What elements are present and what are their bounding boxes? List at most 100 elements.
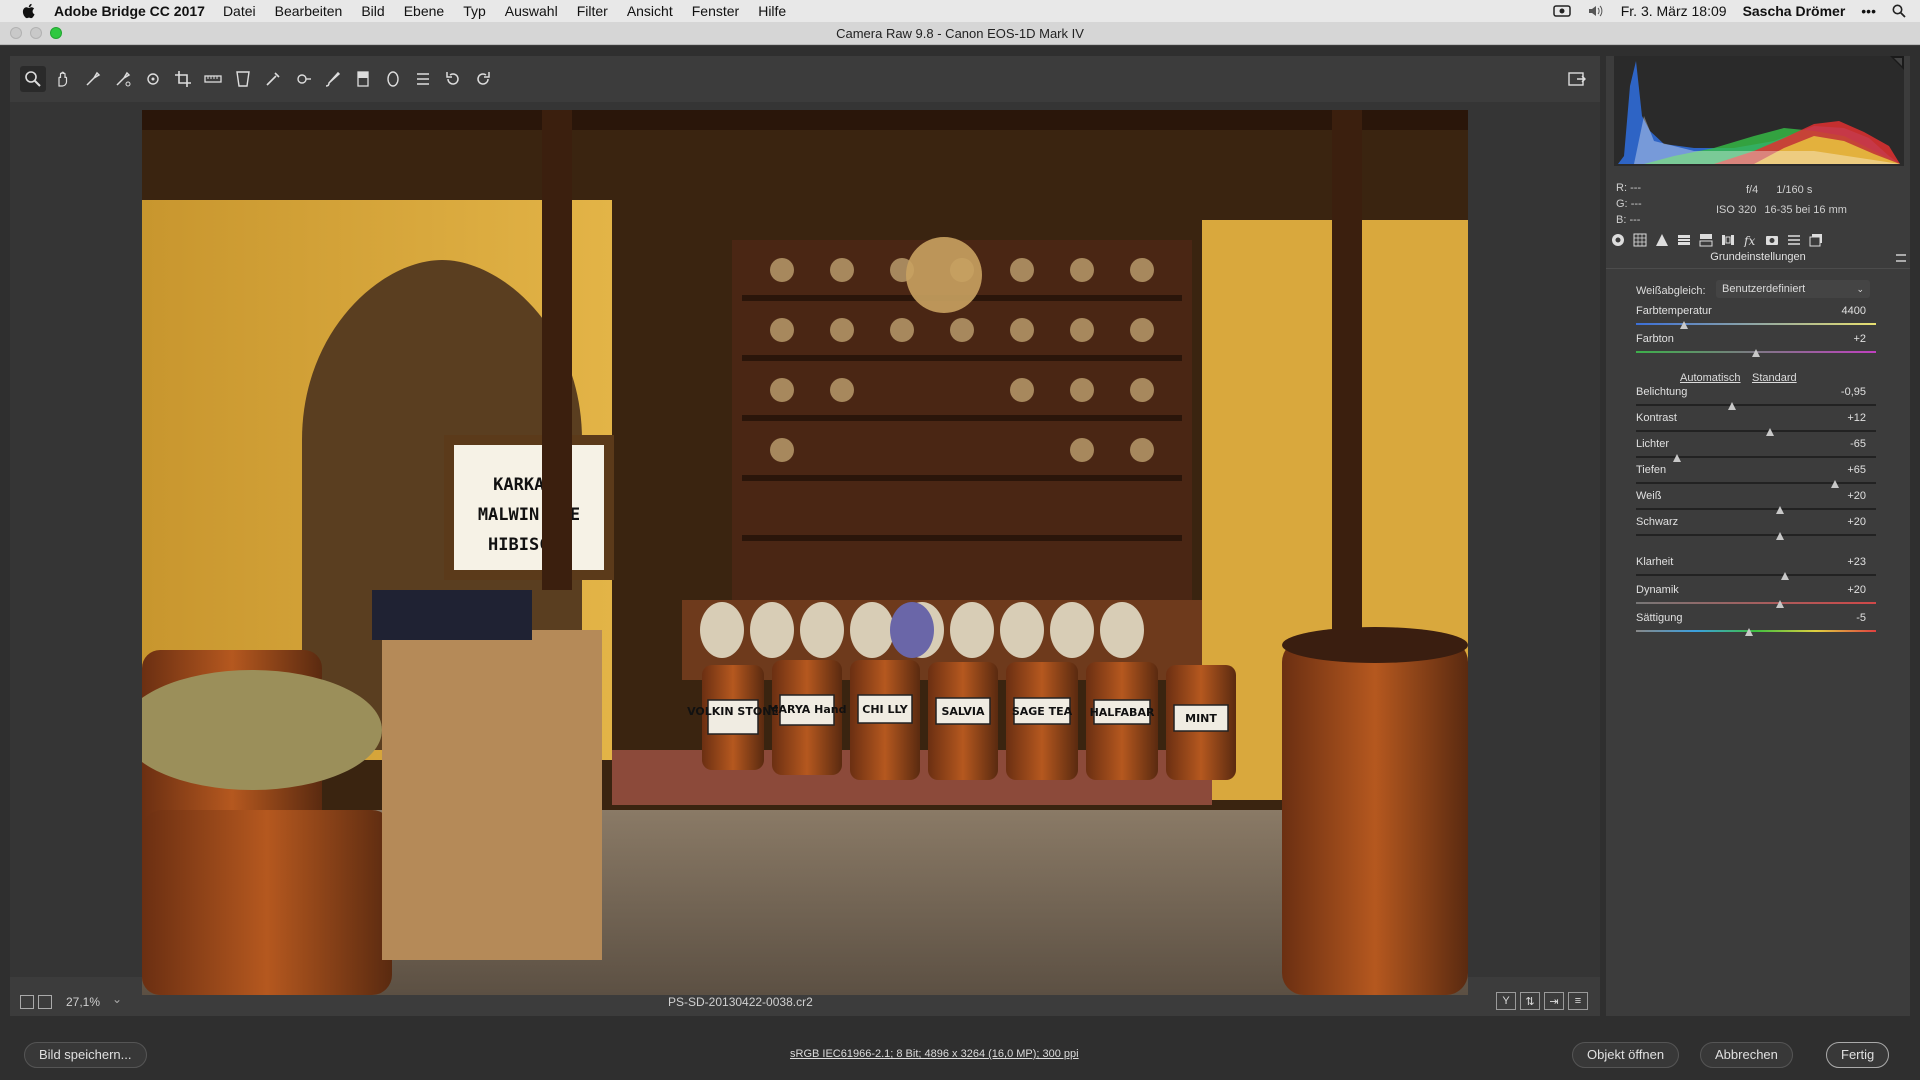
menu-ansicht[interactable]: Ansicht bbox=[627, 3, 673, 19]
rotate-left-icon[interactable] bbox=[440, 66, 466, 92]
slider-lichter[interactable]: Lichter -65 bbox=[1636, 438, 1876, 466]
spotlight-search-icon[interactable] bbox=[1892, 4, 1906, 18]
slider-dynamik[interactable]: Dynamik +20 bbox=[1636, 584, 1876, 612]
slider-kontrast[interactable]: Kontrast +12 bbox=[1636, 412, 1876, 440]
slider-thumb[interactable] bbox=[1766, 428, 1775, 436]
slider-value[interactable]: +12 bbox=[1847, 412, 1866, 424]
save-image-button[interactable]: Bild speichern... bbox=[24, 1042, 147, 1068]
slider-track[interactable] bbox=[1636, 602, 1876, 604]
targeted-adjustment-tool-icon[interactable] bbox=[140, 66, 166, 92]
slider-belichtung[interactable]: Belichtung -0,95 bbox=[1636, 386, 1876, 414]
copy-settings-icon[interactable]: ⇥ bbox=[1544, 992, 1564, 1010]
zoom-tool-icon[interactable] bbox=[20, 66, 46, 92]
slider-thumb[interactable] bbox=[1752, 349, 1760, 357]
lens-corrections-icon[interactable] bbox=[1720, 232, 1736, 248]
toggle-fullscreen-icon[interactable] bbox=[1564, 66, 1590, 92]
rotate-right-icon[interactable] bbox=[470, 66, 496, 92]
slider-thumb[interactable] bbox=[1744, 628, 1753, 636]
slider-tiefen[interactable]: Tiefen +65 bbox=[1636, 464, 1876, 492]
view-settings-icon[interactable]: ≡ bbox=[1568, 992, 1588, 1010]
slider-value[interactable]: +20 bbox=[1847, 516, 1866, 528]
cancel-button[interactable]: Abbrechen bbox=[1700, 1042, 1793, 1068]
slider-value[interactable]: +20 bbox=[1847, 490, 1866, 502]
slider-thumb[interactable] bbox=[1776, 600, 1784, 608]
slider-thumb[interactable] bbox=[1672, 454, 1681, 462]
crop-tool-icon[interactable] bbox=[170, 66, 196, 92]
open-object-button[interactable]: Objekt öffnen bbox=[1572, 1042, 1680, 1068]
presets-icon[interactable] bbox=[1786, 232, 1802, 248]
more-icon[interactable]: ••• bbox=[1861, 3, 1876, 19]
menu-ebene[interactable]: Ebene bbox=[404, 3, 444, 19]
slider-value[interactable]: +23 bbox=[1847, 556, 1866, 568]
slider-track[interactable] bbox=[1636, 630, 1876, 632]
transform-tool-icon[interactable] bbox=[230, 66, 256, 92]
preferences-icon[interactable] bbox=[410, 66, 436, 92]
slider-thumb[interactable] bbox=[1776, 532, 1784, 540]
window-close-button[interactable] bbox=[10, 27, 22, 39]
tone-curve-icon[interactable] bbox=[1632, 232, 1648, 248]
menu-auswahl[interactable]: Auswahl bbox=[505, 3, 558, 19]
slider-track[interactable] bbox=[1636, 323, 1876, 325]
slider-track[interactable] bbox=[1636, 482, 1876, 484]
adjustment-brush-icon[interactable] bbox=[320, 66, 346, 92]
slider-track[interactable] bbox=[1636, 430, 1876, 432]
slider-thumb[interactable] bbox=[1780, 572, 1789, 580]
workflow-options-link[interactable]: sRGB IEC61966-2.1; 8 Bit; 4896 x 3264 (1… bbox=[790, 1048, 1079, 1060]
slider-value[interactable]: -0,95 bbox=[1841, 386, 1866, 398]
slider-track[interactable] bbox=[1636, 404, 1876, 406]
done-button[interactable]: Fertig bbox=[1826, 1042, 1890, 1068]
red-eye-tool-icon[interactable] bbox=[290, 66, 316, 92]
menu-fenster[interactable]: Fenster bbox=[692, 3, 739, 19]
slider-value[interactable]: -5 bbox=[1856, 612, 1866, 624]
slider-track[interactable] bbox=[1636, 574, 1876, 576]
slider-klarheit[interactable]: Klarheit +23 bbox=[1636, 556, 1876, 584]
straighten-tool-icon[interactable] bbox=[200, 66, 226, 92]
slider-schwarz[interactable]: Schwarz +20 bbox=[1636, 516, 1876, 544]
auto-link[interactable]: Automatisch bbox=[1680, 372, 1741, 384]
slider-value[interactable]: +2 bbox=[1853, 333, 1866, 345]
slider-value[interactable]: +20 bbox=[1847, 584, 1866, 596]
graduated-filter-icon[interactable] bbox=[350, 66, 376, 92]
hsl-icon[interactable] bbox=[1676, 232, 1692, 248]
slider-track[interactable] bbox=[1636, 508, 1876, 510]
slider-thumb[interactable] bbox=[1831, 480, 1840, 488]
slider-value[interactable]: 4400 bbox=[1842, 305, 1866, 317]
split-toning-icon[interactable] bbox=[1698, 232, 1714, 248]
snapshots-icon[interactable] bbox=[1808, 232, 1824, 248]
menu-hilfe[interactable]: Hilfe bbox=[758, 3, 786, 19]
slider-thumb[interactable] bbox=[1728, 402, 1736, 410]
apple-menu-icon[interactable] bbox=[20, 2, 38, 20]
slider-thumb[interactable] bbox=[1680, 321, 1688, 329]
panel-menu-icon[interactable] bbox=[1896, 254, 1906, 262]
slider-farbtemperatur[interactable]: Farbtemperatur 4400 bbox=[1636, 305, 1876, 333]
window-minimize-button[interactable] bbox=[30, 27, 42, 39]
menu-bearbeiten[interactable]: Bearbeiten bbox=[275, 3, 343, 19]
white-balance-select[interactable]: Benutzerdefiniert ⌄ bbox=[1716, 280, 1870, 298]
zoom-level[interactable]: 27,1% bbox=[66, 995, 100, 1009]
basic-panel-icon[interactable] bbox=[1610, 232, 1626, 248]
volume-icon[interactable] bbox=[1587, 4, 1605, 18]
menubar-user[interactable]: Sascha Drömer bbox=[1743, 3, 1846, 19]
chevron-down-icon[interactable]: ⌄ bbox=[112, 992, 128, 1010]
image-preview[interactable]: VOLKIN STONE MARYA Hand CHI LLY SALVIA S… bbox=[10, 102, 1600, 995]
radial-filter-icon[interactable] bbox=[380, 66, 406, 92]
slider-track[interactable] bbox=[1636, 534, 1876, 536]
app-name[interactable]: Adobe Bridge CC 2017 bbox=[54, 3, 205, 19]
slider-thumb[interactable] bbox=[1776, 506, 1784, 514]
hand-tool-icon[interactable] bbox=[50, 66, 76, 92]
effects-icon[interactable]: fx bbox=[1742, 232, 1758, 248]
menu-bild[interactable]: Bild bbox=[361, 3, 384, 19]
menu-filter[interactable]: Filter bbox=[577, 3, 608, 19]
standard-link[interactable]: Standard bbox=[1752, 372, 1797, 384]
detail-icon[interactable] bbox=[1654, 232, 1670, 248]
screen-record-icon[interactable] bbox=[1552, 4, 1571, 18]
menu-typ[interactable]: Typ bbox=[463, 3, 486, 19]
zoom-out-button[interactable] bbox=[20, 995, 34, 1009]
photo-preview[interactable]: VOLKIN STONE MARYA Hand CHI LLY SALVIA S… bbox=[142, 110, 1468, 995]
slider-value[interactable]: -65 bbox=[1850, 438, 1866, 450]
menu-datei[interactable]: Datei bbox=[223, 3, 256, 19]
camera-calibration-icon[interactable] bbox=[1764, 232, 1780, 248]
slider-farbton[interactable]: Farbton +2 bbox=[1636, 333, 1876, 361]
swap-icon[interactable]: ⇅ bbox=[1520, 992, 1540, 1010]
spot-removal-tool-icon[interactable] bbox=[260, 66, 286, 92]
